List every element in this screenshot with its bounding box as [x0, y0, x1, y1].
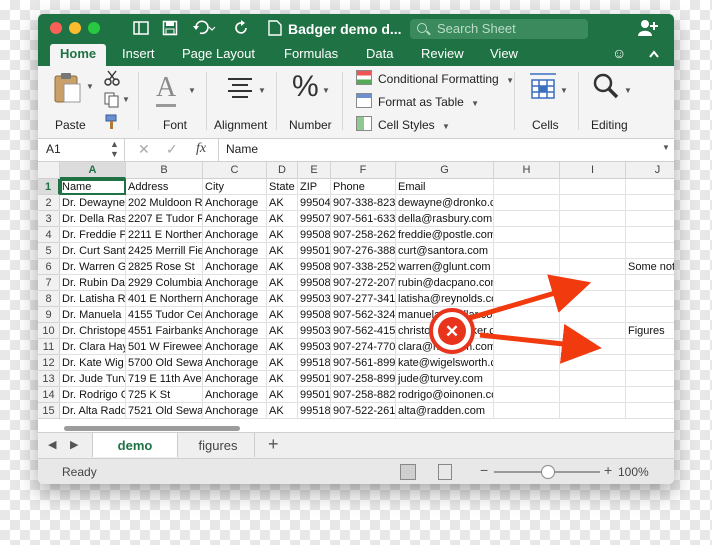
arrow-to-notes — [469, 274, 592, 321]
error-symbol: ✕ — [445, 322, 459, 341]
arrow-to-figures — [479, 323, 602, 364]
annotation-overlay: ✕ — [429, 274, 602, 364]
